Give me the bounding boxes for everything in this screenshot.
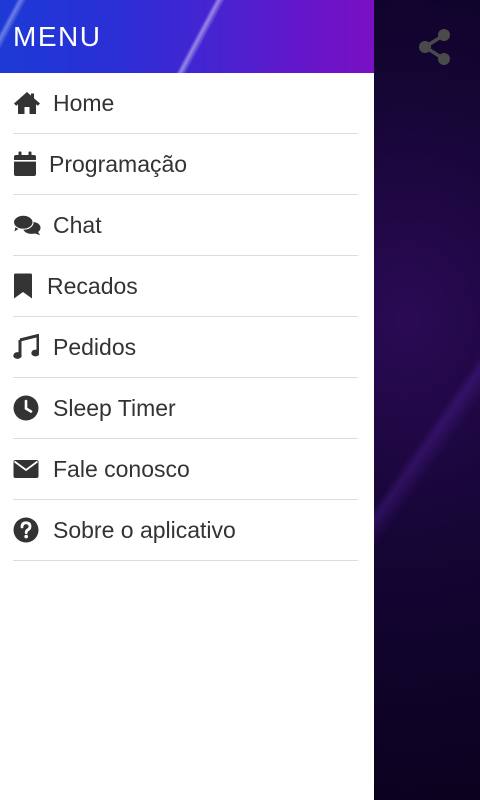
bookmark-icon: [13, 272, 41, 300]
menu-item-home[interactable]: Home: [13, 73, 358, 134]
drawer-header: MENU: [0, 0, 374, 73]
menu-item-label: Fale conosco: [53, 455, 190, 482]
menu-item-fale-conosco[interactable]: Fale conosco: [13, 439, 358, 500]
menu-item-label: Programação: [49, 150, 188, 177]
navigation-drawer: MENU Home Programação Chat Recados Pedid…: [0, 0, 374, 800]
calendar-icon: [13, 150, 41, 178]
menu-list: Home Programação Chat Recados Pedidos Sl…: [0, 73, 374, 561]
menu-item-label: Chat: [53, 211, 102, 238]
menu-item-chat[interactable]: Chat: [13, 195, 358, 256]
envelope-icon: [13, 455, 41, 483]
menu-item-sleep-timer[interactable]: Sleep Timer: [13, 378, 358, 439]
menu-item-label: Pedidos: [53, 333, 137, 360]
home-icon: [13, 89, 41, 117]
drawer-title: MENU: [13, 20, 102, 52]
question-circle-icon: [13, 516, 41, 544]
menu-item-recados[interactable]: Recados: [13, 256, 358, 317]
share-icon: [419, 29, 450, 65]
menu-item-pedidos[interactable]: Pedidos: [13, 317, 358, 378]
menu-item-label: Recados: [47, 272, 138, 299]
menu-item-label: Home: [53, 89, 115, 116]
menu-item-label: Sleep Timer: [53, 394, 176, 421]
music-note-icon: [13, 333, 41, 361]
menu-item-label: Sobre o aplicativo: [53, 516, 236, 543]
menu-item-sobre[interactable]: Sobre o aplicativo: [13, 500, 358, 561]
chat-icon: [13, 211, 41, 239]
menu-item-programacao[interactable]: Programação: [13, 134, 358, 195]
clock-icon: [13, 394, 41, 422]
share-button[interactable]: [414, 26, 456, 68]
